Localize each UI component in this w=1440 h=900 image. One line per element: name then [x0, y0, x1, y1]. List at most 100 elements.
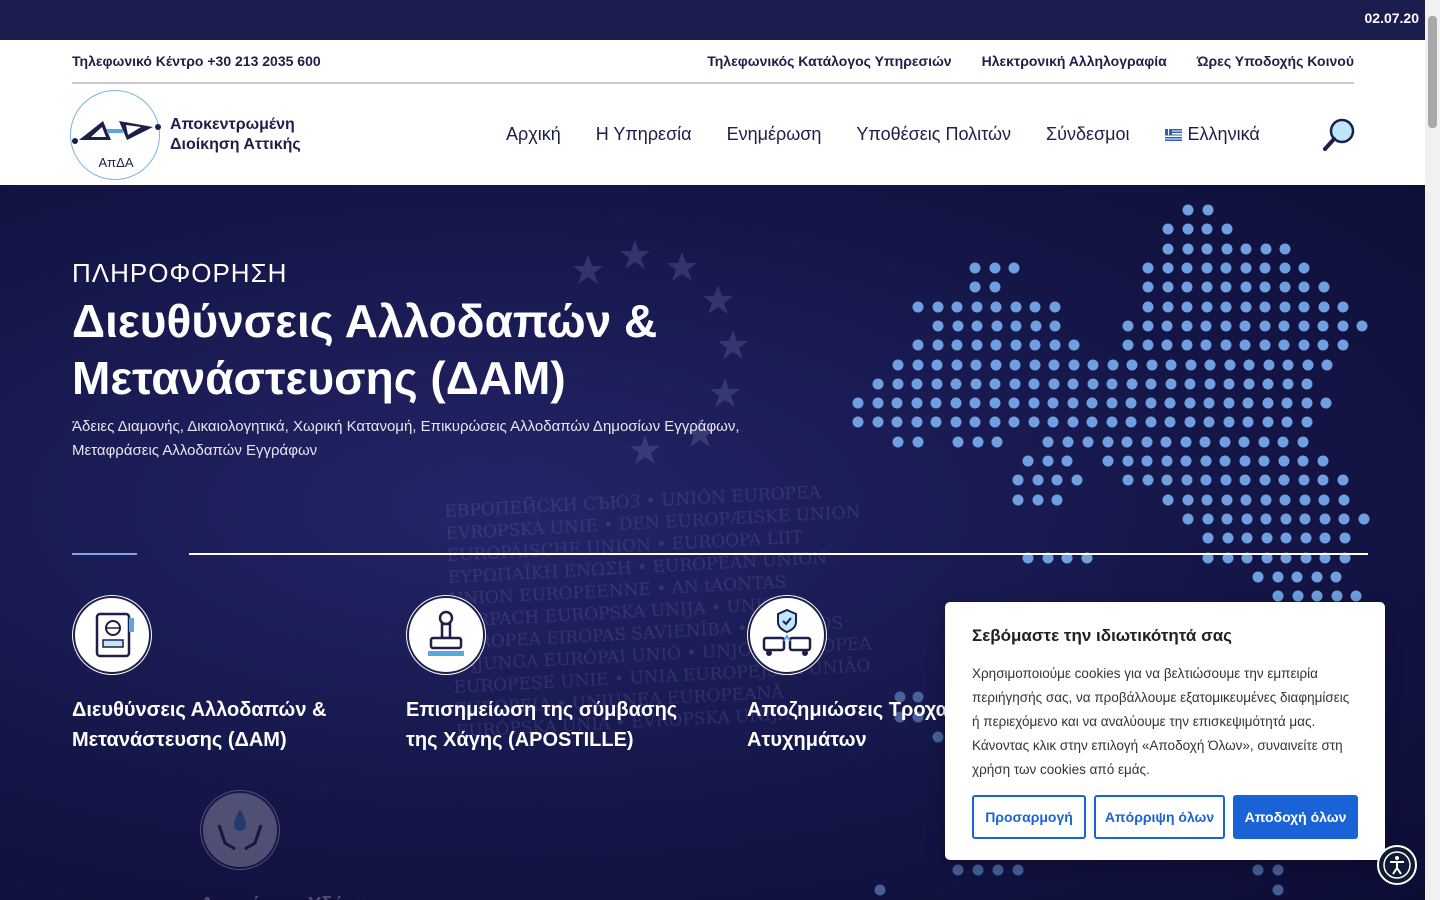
map-dot — [1160, 436, 1172, 448]
map-dot — [930, 416, 942, 428]
map-dot — [1029, 339, 1041, 351]
map-dot — [1086, 416, 1098, 428]
map-dot — [1165, 359, 1177, 371]
map-dot — [1203, 397, 1215, 409]
map-dot — [989, 397, 1001, 409]
reject-all-button[interactable]: Απόρριψη όλων — [1094, 795, 1225, 839]
map-dot — [1261, 532, 1273, 544]
nav-home[interactable]: Αρχική — [506, 124, 561, 145]
map-dot — [1062, 436, 1074, 448]
map-dot — [1223, 416, 1235, 428]
map-dot — [931, 359, 943, 371]
map-dot — [932, 339, 944, 351]
map-dot — [1162, 301, 1174, 313]
map-dot — [1071, 474, 1083, 486]
map-dot — [1298, 320, 1310, 332]
map-dot — [1278, 474, 1290, 486]
map-dot — [1259, 301, 1271, 313]
map-dot — [874, 884, 886, 896]
map-dot — [1339, 532, 1351, 544]
nav-service[interactable]: Η Υπηρεσία — [596, 124, 692, 145]
service-card-water[interactable]: Διαχείριση Υδάτων — [200, 790, 500, 900]
map-dot — [1162, 223, 1174, 235]
accept-all-button[interactable]: Αποδοχή όλων — [1233, 795, 1358, 839]
map-dot — [930, 397, 942, 409]
map-dot — [1301, 397, 1313, 409]
map-dot — [1240, 301, 1252, 313]
phone-link[interactable]: Τηλεφωνικό Κέντρο +30 213 2035 600 — [72, 53, 321, 69]
map-dot — [969, 397, 981, 409]
map-dot — [1162, 262, 1174, 274]
map-dot — [1106, 378, 1118, 390]
map-dot — [892, 359, 904, 371]
map-dot — [1221, 494, 1233, 506]
map-dot — [969, 281, 981, 293]
map-dot — [1181, 281, 1193, 293]
slider-indicator-track — [189, 553, 1368, 555]
map-dot — [1337, 339, 1349, 351]
map-dot — [1318, 494, 1330, 506]
map-dot — [1141, 436, 1153, 448]
map-dot — [971, 339, 983, 351]
accessibility-icon — [1383, 851, 1411, 879]
map-dot — [1180, 436, 1192, 448]
site-logo[interactable]: ΑπΔΑ Αποκεντρωμένη Διοίκηση Αττικής — [70, 90, 301, 180]
nav-links[interactable]: Σύνδεσμοι — [1046, 124, 1130, 145]
office-hours-link[interactable]: Ώρες Υποδοχής Κοινού — [1197, 53, 1354, 69]
map-dot — [989, 378, 1001, 390]
map-dot — [1162, 281, 1174, 293]
map-dot — [1042, 436, 1054, 448]
map-dot — [1301, 416, 1313, 428]
map-dot — [1051, 494, 1063, 506]
map-dot — [1142, 301, 1154, 313]
map-dot — [1260, 243, 1272, 255]
nav-citizen-cases[interactable]: Υποθέσεις Πολιτών — [856, 124, 1011, 145]
search-button[interactable] — [1322, 117, 1358, 153]
map-dot — [1102, 436, 1114, 448]
service-card-apostille[interactable]: Επισημείωση της σύμβασης της Χάγης (APOS… — [406, 595, 706, 755]
map-dot — [1126, 378, 1138, 390]
customize-button[interactable]: Προσαρμογή — [972, 795, 1086, 839]
logo-emblem: ΑπΔΑ — [70, 90, 161, 180]
map-dot — [990, 339, 1002, 351]
greek-flag-icon — [1164, 128, 1182, 141]
map-dot — [1280, 532, 1292, 544]
nav-news[interactable]: Ενημέρωση — [727, 124, 822, 145]
map-dot — [891, 397, 903, 409]
map-dot — [1298, 339, 1310, 351]
map-dot — [1162, 243, 1174, 255]
map-dot — [911, 378, 923, 390]
service-card-dam[interactable]: Διευθύνσεις Αλλοδαπών & Μετανάστευσης (Δ… — [72, 595, 372, 755]
map-dot — [972, 436, 984, 448]
map-dot — [1292, 590, 1304, 602]
accessibility-button[interactable] — [1377, 845, 1417, 885]
email-link[interactable]: Ηλεκτρονική Αλληλογραφία — [982, 53, 1167, 69]
map-dot — [1243, 378, 1255, 390]
phone-directory-link[interactable]: Τηλεφωνικός Κατάλογος Υπηρεσιών — [707, 53, 951, 69]
map-dot — [1279, 494, 1291, 506]
map-dot — [1087, 359, 1099, 371]
site-header: Τηλεφωνικό Κέντρο +30 213 2035 600 Τηλεφ… — [0, 40, 1425, 185]
cookie-title: Σεβόμαστε την ιδιωτικότητά σας — [972, 626, 1232, 645]
map-dot — [1239, 455, 1251, 467]
map-dot — [1330, 571, 1342, 583]
page-scrollbar[interactable] — [1425, 0, 1440, 900]
map-dot — [1029, 359, 1041, 371]
map-dot — [952, 864, 964, 876]
map-dot — [950, 378, 962, 390]
map-dot — [1146, 359, 1158, 371]
map-dot — [1241, 532, 1253, 544]
map-dot — [1318, 281, 1330, 293]
scrollbar-thumb[interactable] — [1428, 16, 1437, 128]
map-dot — [1239, 320, 1251, 332]
map-dot — [1049, 301, 1061, 313]
map-dot — [1278, 339, 1290, 351]
map-dot — [912, 359, 924, 371]
map-dot — [1331, 590, 1343, 602]
car-accident-icon — [747, 595, 827, 675]
map-dot — [969, 416, 981, 428]
slider-indicator-active[interactable] — [72, 553, 137, 555]
map-dot — [1082, 436, 1094, 448]
language-switcher[interactable]: Ελληνικά — [1164, 124, 1260, 145]
map-dot — [1182, 243, 1194, 255]
